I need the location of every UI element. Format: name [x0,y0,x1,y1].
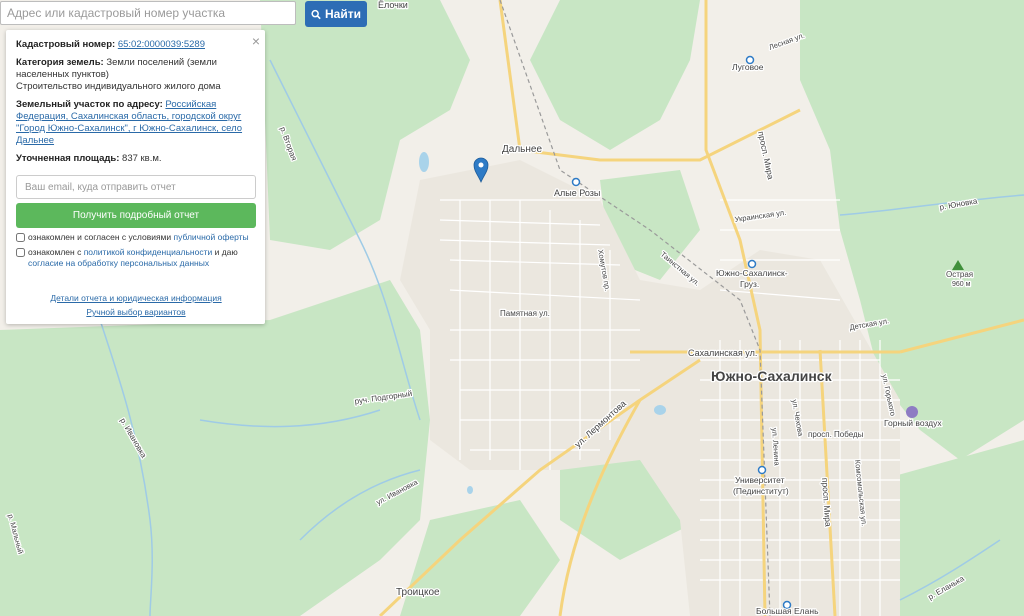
address-row: Земельный участок по адресу: Российская … [16,99,256,147]
label-bolshaya-elan: Большая Елань [756,606,819,616]
report-details-link[interactable]: Детали отчета и юридическая информация [16,291,256,305]
label-yuzhno-gruz: Южно-Сахалинск- [716,268,788,278]
label-yuzhno-gruz-2: Груз. [740,279,759,289]
privacy-policy-link[interactable]: политикой конфиденциальности [84,247,213,257]
public-offer-link[interactable]: публичной оферты [174,232,249,242]
label-elochki: Ёлочки [378,0,408,10]
label-ostraya-alt: 960 м [952,281,971,288]
panel-links: Детали отчета и юридическая информация Р… [16,291,256,319]
get-report-button[interactable]: Получить подробный отчет [16,203,256,228]
area-value: 837 кв.м. [122,153,162,164]
category-label: Категория земель: [16,57,104,68]
manual-choice-link[interactable]: Ручной выбор вариантов [16,305,256,319]
offer-consent-text: ознакомлен и согласен с условиями [28,232,174,242]
privacy-consent: ознакомлен с политикой конфиденциальност… [16,247,256,269]
search-button-label: Найти [325,7,361,21]
privacy-consent-text: ознакомлен с [28,247,84,257]
data-processing-link[interactable]: согласие на обработку персональных данны… [28,258,209,268]
label-troitskoe: Троицкое [396,587,440,598]
cadastral-label: Кадастровый номер: [16,39,116,50]
label-prosp-pobedy: просп. Победы [808,430,864,439]
label-yuzhno-sakhalinsk: Южно-Сахалинск [711,368,833,384]
label-gorny-vozdukh: Горный воздух [884,418,942,428]
cadastral-row: Кадастровый номер: 65:02:0000039:5289 [16,39,256,51]
close-icon[interactable]: × [252,34,260,48]
label-ostraya: Острая [946,270,973,279]
area-label: Уточненная площадь: [16,153,120,164]
label-pamyatnaya: Памятная ул. [500,309,550,318]
search-button[interactable]: Найти [305,1,367,27]
label-dalnee: Дальнее [502,144,542,155]
label-universitet: Университет [735,475,785,485]
offer-consent: ознакомлен и согласен с условиями публич… [16,232,256,243]
privacy-consent-mid: и даю [212,247,238,257]
search-bar: Найти [0,0,368,27]
category-row: Категория земель: Земли поселений (земли… [16,57,256,93]
label-sakhalinskaya: Сахалинская ул. [688,348,757,358]
offer-checkbox[interactable] [16,233,25,242]
land-use-value: Строительство индивидуального жилого дом… [16,81,221,92]
label-alye-rozy: Алые Розы [554,188,600,198]
email-field[interactable] [16,175,256,199]
label-lugovoe: Луговое [732,62,764,72]
label-universitet-2: (Пединститут) [733,486,789,496]
cadastral-number-link[interactable]: 65:02:0000039:5289 [118,39,205,50]
search-icon [311,9,321,19]
parcel-info-panel: × Кадастровый номер: 65:02:0000039:5289 … [6,30,265,324]
privacy-consent-text-wrap: ознакомлен с политикой конфиденциальност… [28,247,256,269]
area-row: Уточненная площадь: 837 кв.м. [16,153,256,165]
search-input[interactable] [0,1,296,25]
privacy-checkbox[interactable] [16,248,25,257]
offer-consent-text-wrap: ознакомлен и согласен с условиями публич… [28,232,249,243]
address-label: Земельный участок по адресу: [16,99,163,110]
